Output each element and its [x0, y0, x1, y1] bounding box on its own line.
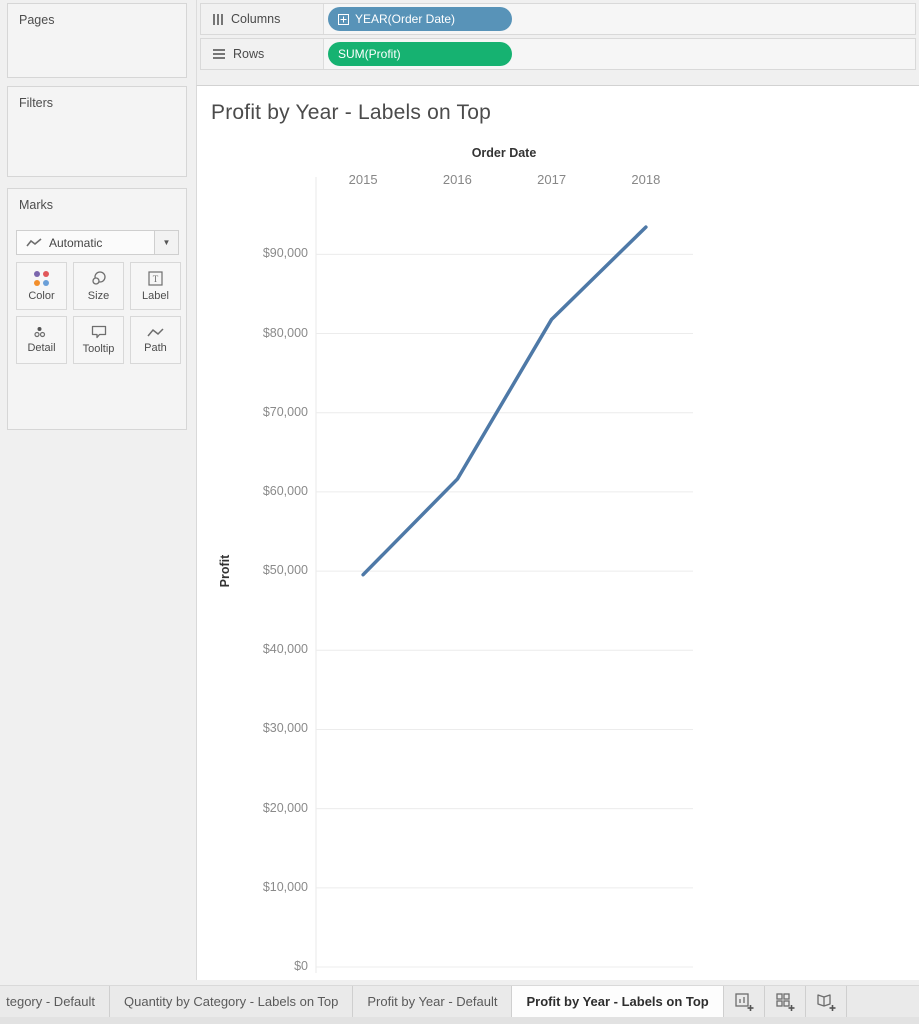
columns-shelf-track[interactable]: YEAR(Order Date): [323, 4, 915, 34]
rows-icon: [213, 49, 225, 59]
rows-pill[interactable]: SUM(Profit): [328, 42, 512, 66]
y-tick-label: $60,000: [262, 483, 308, 498]
color-icon: [34, 270, 49, 286]
tableau-workspace: Pages Filters Marks Automatic ▼ Color Si…: [0, 0, 919, 1024]
line-mark-icon: [26, 237, 42, 248]
new-worksheet-icon: [735, 992, 754, 1011]
x-tick-label: 2015: [348, 172, 378, 187]
sheet-tab-profit-by-year-labels[interactable]: Profit by Year - Labels on Top: [512, 986, 724, 1017]
path-icon: [147, 327, 164, 338]
worksheet-view: Profit by Year - Labels on Top Order Dat…: [196, 85, 919, 980]
pages-shelf-label: Pages: [19, 13, 55, 27]
y-tick-label: $70,000: [262, 404, 308, 419]
x-tick-label: 2017: [537, 172, 567, 187]
y-tick-label: $0: [294, 959, 308, 973]
rows-shelf[interactable]: Rows SUM(Profit): [200, 38, 916, 70]
sheet-tab-category-default[interactable]: tegory - Default: [0, 986, 110, 1017]
filters-shelf-label: Filters: [19, 96, 54, 110]
tooltip-button[interactable]: Tooltip: [73, 316, 124, 364]
new-dashboard-button[interactable]: [765, 986, 806, 1017]
sheet-tab-bar: tegory - Default Quantity by Category - …: [0, 980, 919, 1024]
columns-shelf[interactable]: Columns YEAR(Order Date): [200, 3, 916, 35]
chevron-down-icon[interactable]: ▼: [154, 231, 178, 254]
columns-icon: [213, 13, 223, 25]
color-button[interactable]: Color: [16, 262, 67, 310]
tab-bar-bottom-strip: [0, 1017, 919, 1024]
y-tick-label: $10,000: [262, 879, 308, 894]
mark-type-dropdown[interactable]: Automatic ▼: [16, 230, 179, 255]
columns-pill-label: YEAR(Order Date): [355, 12, 456, 26]
mark-type-value: Automatic: [49, 235, 103, 250]
label-icon: T: [148, 270, 163, 286]
new-story-button[interactable]: [806, 986, 847, 1017]
path-button[interactable]: Path: [130, 316, 181, 364]
pages-shelf[interactable]: Pages: [7, 3, 187, 78]
marks-card-label: Marks: [19, 198, 54, 212]
new-dashboard-icon: [776, 992, 795, 1011]
detail-icon: [34, 326, 49, 338]
expand-plus-icon[interactable]: [338, 13, 349, 25]
new-worksheet-button[interactable]: [724, 986, 765, 1017]
marks-card: Marks Automatic ▼ Color Size T Label Det…: [7, 188, 187, 430]
mark-buttons: Color Size T Label Detail Tooltip Path: [16, 262, 181, 364]
tooltip-icon: [91, 325, 107, 339]
y-tick-label: $50,000: [262, 563, 308, 578]
filters-shelf[interactable]: Filters: [7, 86, 187, 177]
x-tick-label: 2018: [631, 172, 661, 187]
size-icon: [91, 270, 107, 286]
label-button[interactable]: T Label: [130, 262, 181, 310]
size-button[interactable]: Size: [73, 262, 124, 310]
y-tick-label: $40,000: [262, 642, 308, 657]
y-tick-label: $80,000: [262, 325, 308, 340]
sheet-tab-profit-by-year-default[interactable]: Profit by Year - Default: [353, 986, 513, 1017]
sheet-tab-quantity-by-category[interactable]: Quantity by Category - Labels on Top: [110, 986, 354, 1017]
y-tick-label: $20,000: [262, 800, 308, 815]
rows-shelf-label: Rows: [233, 47, 265, 61]
profit-line-mark[interactable]: [361, 225, 648, 577]
new-story-icon: [817, 993, 836, 1011]
svg-text:T: T: [153, 274, 159, 284]
columns-shelf-label: Columns: [231, 12, 281, 26]
rows-pill-label: SUM(Profit): [338, 47, 401, 61]
columns-pill[interactable]: YEAR(Order Date): [328, 7, 512, 31]
line-chart: [315, 177, 693, 973]
x-tick-label: 2016: [442, 172, 472, 187]
y-tick-label: $30,000: [262, 721, 308, 736]
y-tick-label: $90,000: [262, 246, 308, 261]
detail-button[interactable]: Detail: [16, 316, 67, 364]
rows-shelf-track[interactable]: SUM(Profit): [323, 39, 915, 69]
